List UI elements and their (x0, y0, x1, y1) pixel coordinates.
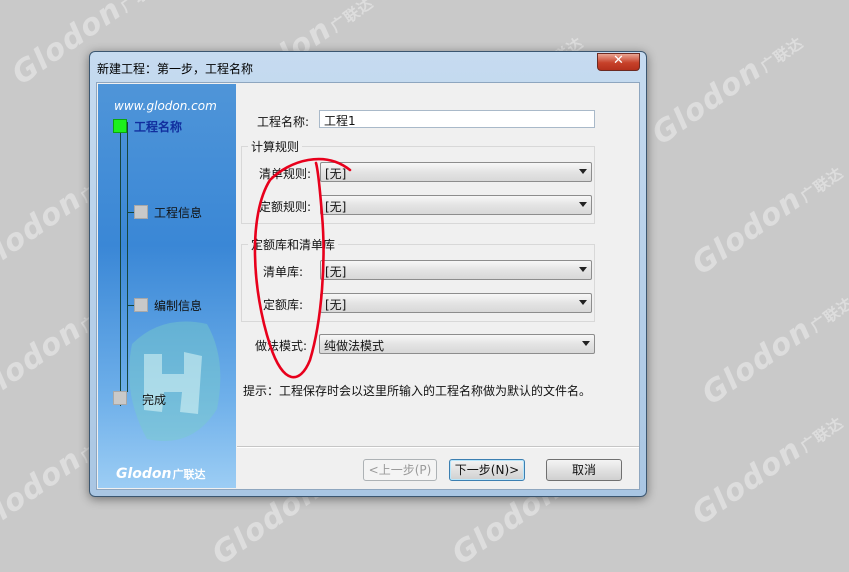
bill-lib-select[interactable]: [无] (320, 260, 592, 280)
new-project-dialog: 新建工程：第一步，工程名称 ✕ www.glodon.com 工程名称 工程信息… (89, 51, 647, 497)
project-name-label: 工程名称: (257, 115, 310, 129)
libraries-title: 定额库和清单库 (248, 236, 339, 253)
watermark: Glodon广联达 (695, 293, 849, 413)
bill-rule-value: [无] (325, 167, 347, 181)
chevron-down-icon (579, 267, 587, 272)
calc-rules-title: 计算规则 (248, 138, 303, 155)
chevron-down-icon (579, 202, 587, 207)
wizard-form: 工程名称: 工程1 计算规则 清单规则: [无] 定额规则: [无] 定额库和清… (237, 84, 639, 488)
chevron-down-icon (582, 341, 590, 346)
cancel-button[interactable]: 取消 (546, 459, 622, 481)
hint-text: 提示：工程保存时会以这里所输入的工程名称做为默认的文件名。 (243, 384, 592, 398)
step-marker (134, 205, 148, 219)
quota-lib-select[interactable]: [无] (320, 293, 592, 313)
quota-rule-label: 定额规则: (259, 200, 312, 214)
quota-lib-label: 定额库: (263, 298, 304, 312)
next-button[interactable]: 下一步(N)> (449, 459, 525, 481)
bill-lib-value: [无] (325, 265, 347, 279)
method-select[interactable]: 纯做法模式 (319, 334, 595, 354)
quota-rule-select[interactable]: [无] (320, 195, 592, 215)
step-marker-active (113, 119, 127, 133)
dialog-client: www.glodon.com 工程名称 工程信息 编制信息 完成 Glodon广… (96, 82, 640, 490)
watermark: Glodon广联达 (645, 33, 807, 153)
step-tree-line (127, 122, 128, 392)
bill-rule-label: 清单规则: (259, 167, 312, 181)
quota-rule-value: [无] (325, 200, 347, 214)
bill-lib-label: 清单库: (263, 265, 304, 279)
glodon-emblem-icon (129, 321, 221, 441)
step-project-name[interactable]: 工程名称 (134, 118, 182, 135)
quota-lib-value: [无] (325, 298, 347, 312)
calc-rules-group: 计算规则 清单规则: [无] 定额规则: [无] (241, 138, 595, 224)
project-name-input[interactable]: 工程1 (319, 110, 595, 128)
method-label: 做法模式: (255, 339, 308, 353)
step-marker (113, 391, 127, 405)
bill-rule-select[interactable]: [无] (320, 162, 592, 182)
close-icon: ✕ (613, 53, 624, 68)
watermark: Glodon广联达 (685, 413, 847, 533)
button-separator (237, 446, 639, 448)
title-bar[interactable]: 新建工程：第一步，工程名称 ✕ (90, 52, 646, 82)
step-marker (134, 298, 148, 312)
prev-button[interactable]: <上一步(P) (363, 459, 437, 481)
banner-url: www.glodon.com (114, 99, 217, 113)
step-compile-info[interactable]: 编制信息 (154, 297, 202, 314)
window-title: 新建工程：第一步，工程名称 (97, 62, 254, 76)
wizard-banner: www.glodon.com 工程名称 工程信息 编制信息 完成 Glodon广… (98, 84, 236, 488)
step-finish[interactable]: 完成 (142, 391, 166, 408)
chevron-down-icon (579, 300, 587, 305)
method-value: 纯做法模式 (324, 339, 385, 353)
chevron-down-icon (579, 169, 587, 174)
close-button[interactable]: ✕ (597, 53, 640, 71)
step-project-info[interactable]: 工程信息 (154, 204, 202, 221)
libraries-group: 定额库和清单库 清单库: [无] 定额库: [无] (241, 236, 595, 322)
step-tree-line (120, 122, 121, 406)
glodon-logo: Glodon广联达 (116, 466, 206, 482)
watermark: Glodon广联达 (685, 163, 847, 283)
